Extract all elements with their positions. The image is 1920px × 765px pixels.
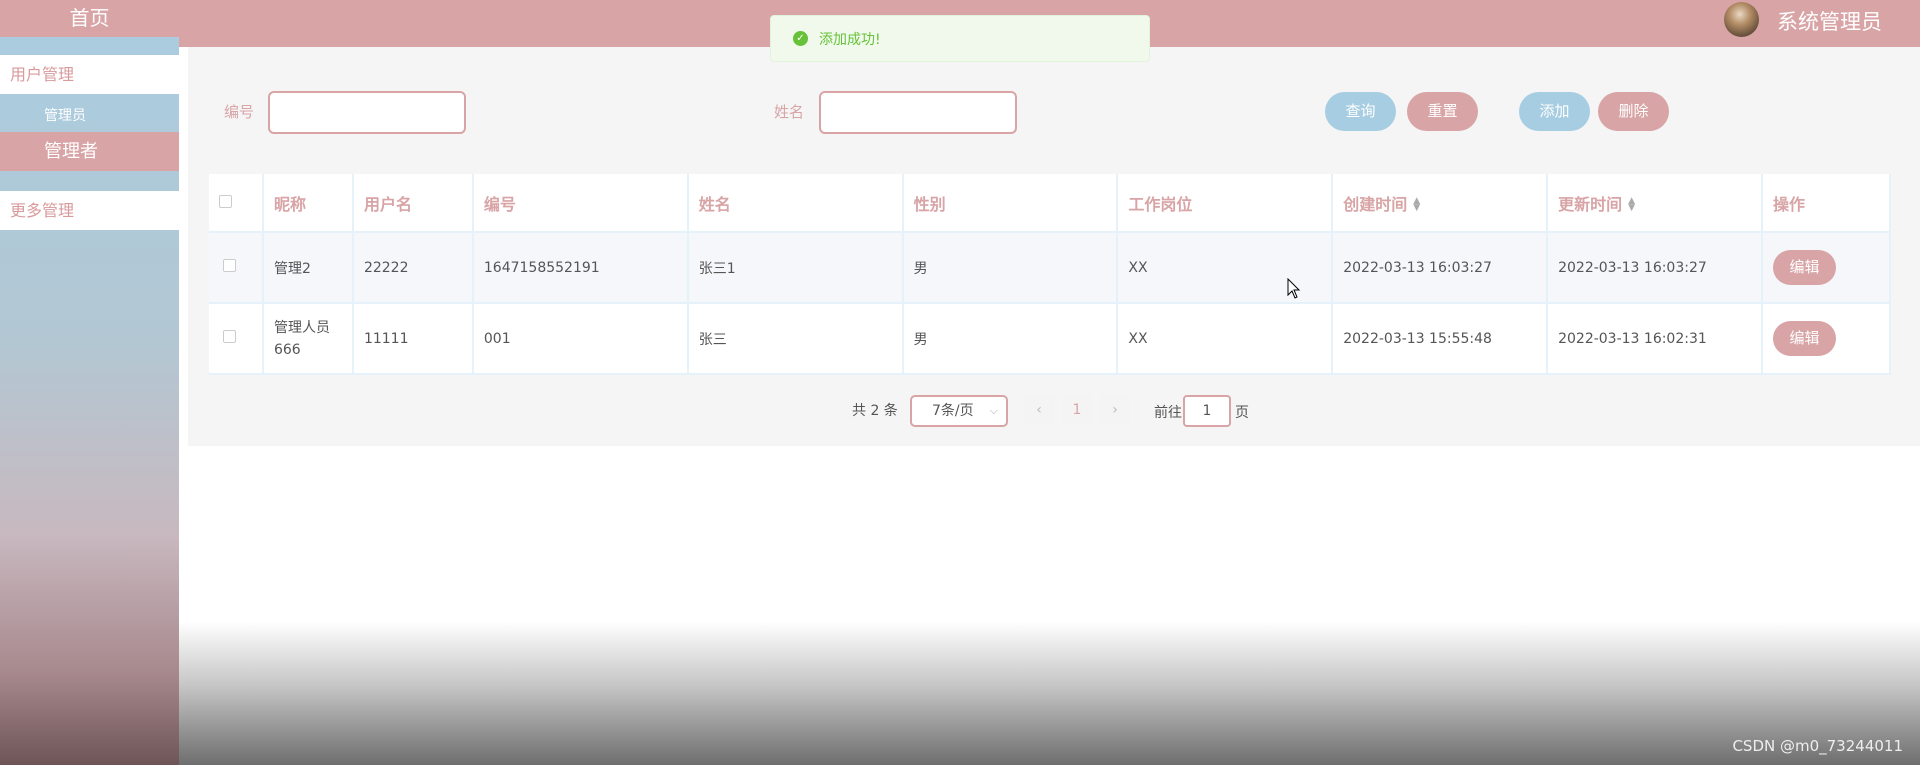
background-image <box>179 446 1920 765</box>
cell-job: XX <box>1117 303 1334 375</box>
sidebar-item-user-management[interactable]: 用户管理 <box>0 55 179 94</box>
add-button[interactable]: 添加 <box>1519 92 1590 131</box>
table-header-row: 昵称 用户名 编号 姓名 性别 工作岗位 创建时间 ▲ ▼ 更新时间 ▲ ▼ 操作 <box>209 174 1892 233</box>
data-table: 昵称 用户名 编号 姓名 性别 工作岗位 创建时间 ▲ ▼ 更新时间 ▲ ▼ 操作 管理… <box>209 174 1892 375</box>
chevron-right-icon: › <box>1112 402 1118 418</box>
column-gender: 性别 <box>902 174 1119 233</box>
row-checkbox[interactable] <box>223 330 236 343</box>
goto-page-input[interactable]: 1 <box>1183 395 1231 427</box>
cell-username: 11111 <box>352 303 474 375</box>
row-checkbox[interactable] <box>223 259 236 272</box>
sort-icon[interactable]: ▲ ▼ <box>1628 197 1635 213</box>
sidebar: 首页 用户管理 管理员 管理者 更多管理 <box>0 0 179 765</box>
name-label: 姓名 <box>774 103 805 121</box>
avatar[interactable] <box>1724 2 1759 37</box>
nickname-text: 管理人员666 <box>273 319 330 358</box>
cell-created-time: 2022-03-13 15:55:48 <box>1332 303 1549 375</box>
page-size-value: 7条/页 <box>932 403 974 419</box>
table-row: 管理人员666 11111 001 张三 男 XX 2022-03-13 15:… <box>209 303 1892 375</box>
column-updated-time[interactable]: 更新时间 ▲ ▼ <box>1547 174 1763 233</box>
cell-name: 张三1 <box>687 232 904 304</box>
row-select-cell[interactable] <box>209 232 264 304</box>
chevron-down-icon: ⌵ <box>989 404 998 417</box>
cell-actions: 编辑 <box>1761 232 1892 304</box>
table-row: 管理2 22222 1647158552191 张三1 男 XX 2022-03… <box>209 232 1892 304</box>
success-toast: ✓ 添加成功! <box>770 15 1150 62</box>
cell-number: 001 <box>472 303 689 375</box>
cell-created-time: 2022-03-13 16:03:27 <box>1332 232 1549 304</box>
column-created-time[interactable]: 创建时间 ▲ ▼ <box>1332 174 1549 233</box>
sidebar-home[interactable]: 首页 <box>0 0 179 37</box>
number-label: 编号 <box>224 103 255 121</box>
next-page-button[interactable]: › <box>1100 395 1130 425</box>
reset-button[interactable]: 重置 <box>1407 92 1478 131</box>
select-all-cell[interactable] <box>209 174 264 233</box>
column-number: 编号 <box>472 174 689 233</box>
sidebar-item-more-management[interactable]: 更多管理 <box>0 191 179 230</box>
delete-button[interactable]: 删除 <box>1598 92 1669 131</box>
name-search-input[interactable] <box>819 91 1017 134</box>
cell-updated-time: 2022-03-13 16:02:31 <box>1547 303 1763 375</box>
edit-button[interactable]: 编辑 <box>1772 321 1836 356</box>
cell-nickname: 管理2 <box>262 232 354 304</box>
cell-gender: 男 <box>902 232 1119 304</box>
cell-gender: 男 <box>902 303 1119 375</box>
sort-icon[interactable]: ▲ ▼ <box>1413 197 1420 213</box>
page-size-select[interactable]: 7条/页 ⌵ <box>910 395 1008 427</box>
created-time-label: 创建时间 <box>1343 194 1408 214</box>
sidebar-item-manager[interactable]: 管理者 <box>0 132 179 171</box>
page-suffix: 页 <box>1235 405 1249 421</box>
updated-time-label: 更新时间 <box>1558 194 1623 214</box>
mouse-cursor-icon <box>1287 277 1301 304</box>
page-number-current[interactable]: 1 <box>1062 395 1092 425</box>
select-all-checkbox[interactable] <box>219 195 232 208</box>
chevron-left-icon: ‹ <box>1036 402 1042 418</box>
edit-button[interactable]: 编辑 <box>1772 250 1836 285</box>
number-search-input[interactable] <box>268 91 466 134</box>
prev-page-button[interactable]: ‹ <box>1024 395 1054 425</box>
cell-updated-time: 2022-03-13 16:03:27 <box>1547 232 1763 304</box>
column-username: 用户名 <box>352 174 474 233</box>
query-button[interactable]: 查询 <box>1325 92 1396 131</box>
pagination-total: 共 2 条 <box>852 403 898 419</box>
goto-label: 前往 <box>1154 405 1182 421</box>
row-select-cell[interactable] <box>209 303 264 375</box>
cell-number: 1647158552191 <box>472 232 689 304</box>
sidebar-item-admin[interactable]: 管理员 <box>0 101 179 132</box>
cell-actions: 编辑 <box>1761 303 1892 375</box>
column-actions: 操作 <box>1761 174 1892 233</box>
column-nickname: 昵称 <box>262 174 354 233</box>
toast-message: 添加成功! <box>819 31 881 48</box>
cell-name: 张三 <box>687 303 904 375</box>
cell-nickname: 管理人员666 <box>262 303 354 375</box>
column-job: 工作岗位 <box>1117 174 1334 233</box>
admin-username[interactable]: 系统管理员 <box>1777 6 1882 36</box>
success-check-icon: ✓ <box>793 31 808 46</box>
cell-username: 22222 <box>352 232 474 304</box>
column-name: 姓名 <box>687 174 904 233</box>
watermark: CSDN @m0_73244011 <box>1732 737 1903 755</box>
